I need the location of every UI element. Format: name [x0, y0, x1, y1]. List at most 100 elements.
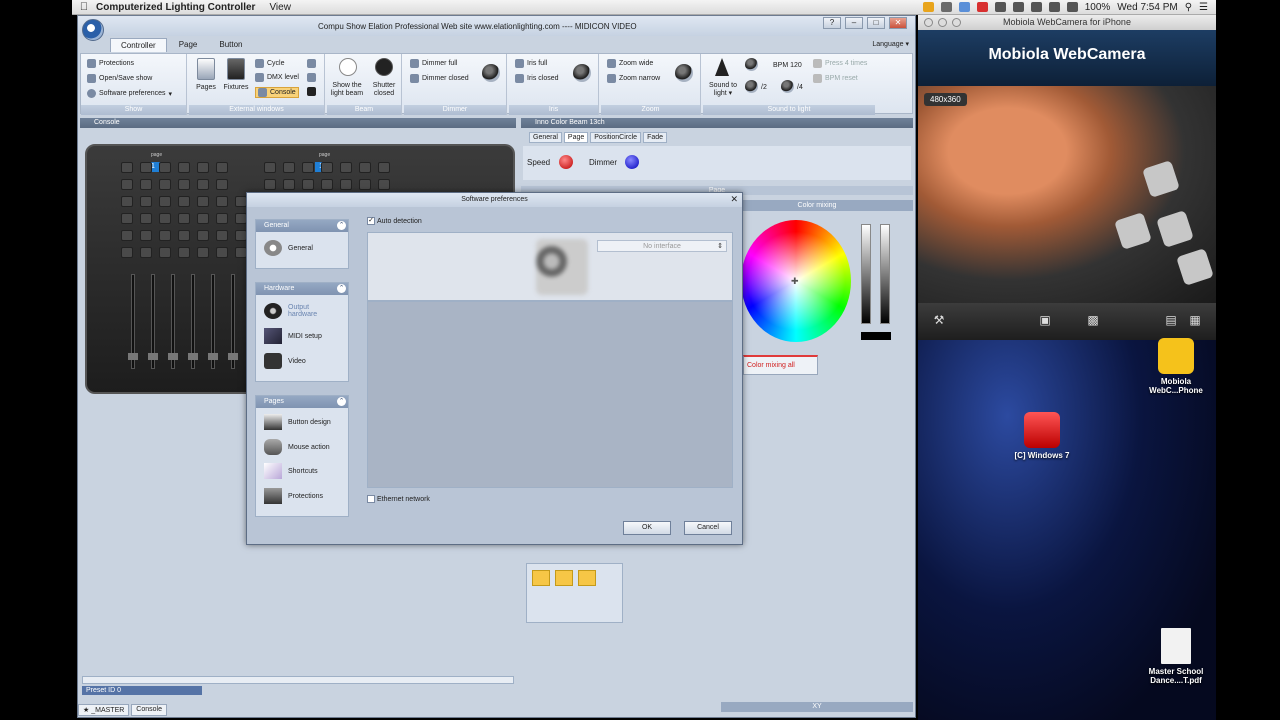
console-fader[interactable]	[188, 274, 198, 369]
tab-position-circle[interactable]: PositionCircle	[590, 132, 642, 143]
sidebar-item-button-design[interactable]: Button design	[264, 414, 331, 430]
parallels-icon[interactable]	[976, 2, 988, 12]
console-hw-button[interactable]	[340, 179, 352, 190]
console-hw-button[interactable]	[264, 162, 276, 173]
fader-knob[interactable]	[188, 353, 198, 360]
zoom-light-icon[interactable]	[952, 18, 961, 27]
sidebar-item-mouse-action[interactable]: Mouse action	[264, 439, 330, 455]
section-pages-header[interactable]: Pages ⌃	[256, 396, 348, 408]
protections-button[interactable]: Protections	[87, 59, 134, 68]
minimize-button[interactable]: –	[845, 17, 863, 29]
shutter-icon[interactable]	[375, 58, 393, 76]
console-fader[interactable]	[148, 274, 158, 369]
desktop-icon-mobiola[interactable]: Mobiola WebC...Phone	[1136, 338, 1216, 395]
dimmer-knob-fixture[interactable]	[625, 155, 639, 169]
ok-button[interactable]: OK	[623, 521, 671, 535]
color-mixing-all-button[interactable]: Color mixing all	[743, 355, 818, 375]
console-hw-button[interactable]	[216, 162, 228, 173]
console-hw-button[interactable]	[178, 196, 190, 207]
fan-icon[interactable]	[307, 59, 316, 68]
pages-icon[interactable]	[197, 58, 215, 80]
metronome-icon[interactable]	[715, 58, 729, 76]
wrench-icon[interactable]: ⚒	[930, 313, 948, 327]
console-hw-button[interactable]	[216, 230, 228, 241]
iris-full-button[interactable]: Iris full	[515, 59, 547, 68]
view-menu[interactable]: View	[269, 2, 291, 13]
light-beam-icon[interactable]	[339, 58, 357, 76]
console-hw-button[interactable]	[216, 179, 228, 190]
sidebar-item-output-hardware[interactable]: Output hardware	[264, 303, 328, 319]
dropbox-icon[interactable]	[958, 2, 970, 12]
wifi-icon[interactable]	[1048, 2, 1060, 12]
tab-console[interactable]: Console	[131, 704, 167, 716]
software-preferences-button[interactable]: Software preferences ▾	[87, 89, 172, 98]
dimmer-knob[interactable]	[482, 64, 500, 82]
console-hw-button[interactable]	[216, 196, 228, 207]
open-save-show-button[interactable]: Open/Save show	[87, 74, 152, 83]
console-hw-button[interactable]	[140, 179, 152, 190]
airplay-icon[interactable]	[994, 2, 1006, 12]
sidebar-item-video[interactable]: Video	[264, 353, 306, 369]
sidebar-item-protections[interactable]: Protections	[264, 488, 323, 504]
console-hw-button[interactable]	[359, 162, 371, 173]
desktop-icon-pdf[interactable]: Master School Dance....T.pdf	[1136, 628, 1216, 685]
desktop-icon-windows[interactable]: [C] Windows 7	[1002, 412, 1082, 460]
console-hw-button[interactable]	[197, 213, 209, 224]
skype-icon[interactable]	[940, 2, 952, 12]
console-hw-button[interactable]	[178, 213, 190, 224]
console-hw-button[interactable]	[340, 162, 352, 173]
mirror-icon[interactable]	[307, 73, 316, 82]
console-hw-button[interactable]	[121, 162, 133, 173]
tab-master[interactable]: ★ _MASTER	[78, 704, 130, 716]
app-menu[interactable]: Computerized Lighting Controller	[96, 2, 255, 13]
folder-icon[interactable]: ▤	[1162, 313, 1180, 327]
section-general-header[interactable]: General ⌃	[256, 220, 348, 232]
console-hw-button[interactable]	[283, 162, 295, 173]
tab-fixture-page[interactable]: Page	[563, 132, 589, 143]
console-hw-button[interactable]	[216, 247, 228, 258]
iris-knob[interactable]	[573, 64, 591, 82]
collapse-icon[interactable]: ⌃	[337, 397, 346, 406]
console-hw-button[interactable]	[178, 230, 190, 241]
console-hw-button[interactable]	[378, 162, 390, 173]
console-fader[interactable]	[168, 274, 178, 369]
console-hw-button[interactable]	[378, 179, 390, 190]
bpm-knob[interactable]	[745, 58, 758, 71]
console-hw-button[interactable]	[302, 162, 314, 173]
cancel-button[interactable]: Cancel	[684, 521, 732, 535]
fixture-thumb[interactable]	[578, 570, 596, 586]
zoom-knob[interactable]	[675, 64, 693, 82]
ethernet-network-checkbox[interactable]: Ethernet network	[367, 495, 430, 503]
clock[interactable]: Wed 7:54 PM	[1117, 2, 1177, 13]
console-hw-button[interactable]	[121, 230, 133, 241]
dimmer-full-button[interactable]: Dimmer full	[410, 59, 457, 68]
tab-button[interactable]: Button	[209, 38, 252, 52]
collapse-icon[interactable]: ⌃	[337, 284, 346, 293]
console-horizontal-scrollbar[interactable]	[82, 676, 514, 684]
volume-icon[interactable]	[1066, 2, 1078, 12]
console-hw-button[interactable]	[121, 196, 133, 207]
sidebar-item-midi-setup[interactable]: MIDI setup	[264, 328, 322, 344]
console-hw-button[interactable]	[140, 230, 152, 241]
minimize-light-icon[interactable]	[938, 18, 947, 27]
console-hw-button[interactable]	[159, 247, 171, 258]
speed-knob[interactable]	[559, 155, 573, 169]
console-hw-button[interactable]	[283, 179, 295, 190]
console-hw-button[interactable]	[321, 179, 333, 190]
dmx-level-button[interactable]: DMX level	[255, 73, 299, 82]
color-slider-2[interactable]	[880, 224, 890, 324]
timemachine-icon[interactable]	[1012, 2, 1024, 12]
help-button[interactable]: ?	[823, 17, 841, 29]
quarter-knob[interactable]	[781, 80, 794, 93]
console-hw-button[interactable]	[178, 179, 190, 190]
press-4-times-button[interactable]: Press 4 times	[813, 59, 867, 68]
fader-knob[interactable]	[128, 353, 138, 360]
zoom-narrow-button[interactable]: Zoom narrow	[607, 74, 660, 83]
apple-menu-icon[interactable]: 	[72, 1, 96, 13]
notification-icon[interactable]: ☰	[1199, 2, 1208, 13]
console-hw-button[interactable]	[121, 213, 133, 224]
close-light-icon[interactable]	[924, 18, 933, 27]
console-hw-button[interactable]	[140, 196, 152, 207]
section-hardware-header[interactable]: Hardware ⌃	[256, 283, 348, 295]
dialog-close-icon[interactable]: ✕	[730, 194, 738, 205]
